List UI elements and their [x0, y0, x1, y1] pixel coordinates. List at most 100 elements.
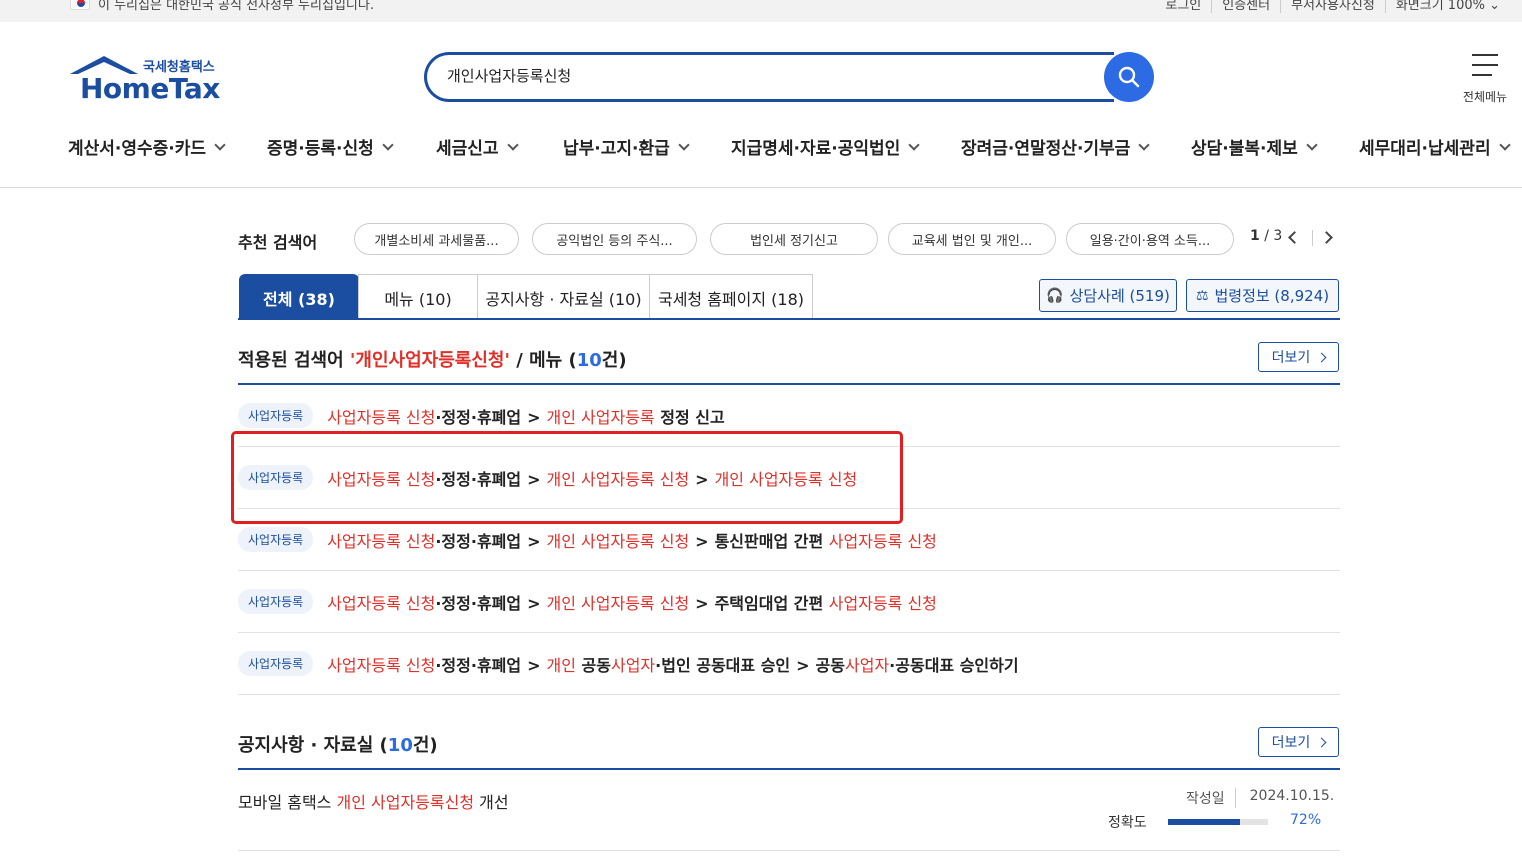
recommended-chip[interactable]: 개별소비세 과세물품... — [354, 223, 519, 255]
section-title-suffix: 건) — [601, 350, 627, 371]
all-menu-label: 전체메뉴 — [1462, 90, 1508, 104]
law-info-button[interactable]: ⚖ 법령정보 (8,924) — [1186, 279, 1339, 312]
gnb-item-incentive[interactable]: 장려금·연말정산·기부금 — [961, 134, 1150, 159]
gov-banner-text: 이 누리집은 대한민국 공식 전자정부 누리집입니다. — [98, 0, 374, 13]
chevron-down-icon — [382, 138, 394, 151]
path-text: ·법인 공동대표 승인 — [655, 655, 791, 675]
path-separator: > — [527, 407, 541, 427]
main-navigation: 계산서·영수증·카드 증명·등록·신청 세금신고 납부·고지·환급 지급명세·자… — [0, 130, 1522, 188]
path-text: 공동 — [815, 655, 845, 675]
path-keyword: 개인 사업자등록 신청 — [546, 531, 690, 551]
path-keyword: 사업자등록 신청 — [327, 531, 436, 551]
notice-item-link[interactable]: 모바일 홈택스 개인 사업자등록신청 개선 — [238, 789, 509, 813]
notice-title-pre: 모바일 홈택스 — [238, 793, 337, 812]
path-text: ·정정·휴폐업 — [435, 531, 522, 551]
recommended-chip[interactable]: 공익법인 등의 주식... — [532, 223, 697, 255]
accuracy-value: 72% — [1290, 812, 1322, 828]
pager-current: 1 — [1250, 228, 1260, 244]
chevron-down-icon — [506, 138, 519, 151]
more-label: 더보기 — [1271, 735, 1311, 751]
menu-path: 사업자등록 신청·정정·휴폐업 > 개인 공동사업자·법인 공동대표 승인 > 공동사업… — [327, 652, 1018, 676]
recommended-chip[interactable]: 교육세 법인 및 개인... — [888, 223, 1056, 255]
accuracy-bar — [1168, 819, 1268, 825]
gov-banner: 이 누리집은 대한민국 공식 전자정부 누리집입니다. 로그인 인증센터 부서사… — [0, 0, 1522, 22]
category-badge: 사업자등록 — [238, 403, 314, 428]
chevron-left-icon[interactable] — [1288, 231, 1301, 244]
tab-all[interactable]: 전체 (38) — [239, 274, 359, 320]
korea-flag-icon — [70, 0, 90, 10]
path-text: ·정정·휴폐업 — [435, 593, 522, 613]
menu-section-title: 적용된 검색어 '개인사업자등록신청' / 메뉴 (10건) — [238, 346, 627, 372]
path-separator: > — [527, 593, 541, 613]
zoom-select[interactable]: 화면크기 100% ⌄ — [1384, 0, 1510, 13]
path-separator: > — [796, 655, 810, 675]
chevron-right-icon — [1316, 737, 1327, 747]
more-label: 더보기 — [1271, 350, 1311, 366]
path-keyword: 사업자등록 신청 — [327, 593, 436, 613]
date-label: 작성일 — [1186, 788, 1236, 808]
highlight-annotation-box — [231, 431, 903, 524]
pager-total: / 3 — [1264, 228, 1283, 244]
result-count: 10 — [387, 735, 413, 756]
gnb-item-invoice[interactable]: 계산서·영수증·카드 — [68, 134, 226, 159]
recommended-pager: 1 / 3 — [1250, 228, 1282, 244]
utility-links: 로그인 인증센터 부서사용자신청 화면크기 100% ⌄ — [1155, 0, 1510, 13]
login-link[interactable]: 로그인 — [1155, 0, 1211, 13]
recommended-title: 추천 검색어 — [238, 233, 318, 252]
law-info-label: 법령정보 (8,924) — [1214, 287, 1330, 305]
search-input[interactable] — [447, 66, 1087, 84]
consult-cases-button[interactable]: 🎧 상담사례 (519) — [1039, 279, 1177, 312]
tab-nts-homepage[interactable]: 국세청 홈페이지 (18) — [649, 274, 813, 320]
path-keyword: 개인 사업자등록 신청 — [546, 593, 690, 613]
menu-more-button[interactable]: 더보기 — [1258, 342, 1339, 372]
recommended-chip[interactable]: 일용·간이·용역 소득... — [1066, 223, 1234, 255]
menu-path: 사업자등록 신청·정정·휴폐업 > 개인 사업자등록 정정 신고 — [327, 404, 724, 428]
gnb-item-consult[interactable]: 상담·불복·제보 — [1191, 134, 1318, 159]
chevron-right-icon[interactable] — [1320, 231, 1333, 244]
all-menu-button[interactable]: 전체메뉴 — [1458, 52, 1512, 104]
gnb-item-certificate[interactable]: 증명·등록·신청 — [267, 134, 394, 159]
tab-notice[interactable]: 공지사항 · 자료실 (10) — [477, 274, 650, 320]
gnb-label: 상담·불복·제보 — [1191, 139, 1298, 159]
notice-date: 2024.10.15. — [1249, 788, 1335, 804]
section-title-prefix: 공지사항 · 자료실 ( — [238, 735, 388, 756]
chevron-down-icon — [1138, 138, 1150, 151]
tab-menu[interactable]: 메뉴 (10) — [358, 274, 478, 320]
gnb-item-payment[interactable]: 납부·고지·환급 — [563, 134, 690, 159]
recommended-chip[interactable]: 법인세 정기신고 — [710, 223, 878, 255]
gnb-item-tax-report[interactable]: 세금신고 — [436, 134, 519, 159]
path-keyword: 개인 사업자등록 — [546, 407, 655, 427]
hometax-logo[interactable]: 국세청홈택스 HomeTax — [68, 54, 220, 105]
path-text: ·정정·휴폐업 — [435, 407, 522, 427]
notice-meta: 작성일 2024.10.15. — [1186, 788, 1334, 808]
path-text: ·정정·휴폐업 — [435, 655, 522, 675]
path-keyword: 사업자등록 신청 — [828, 593, 937, 613]
search-button[interactable] — [1104, 52, 1154, 102]
notice-title-post: 개선 — [474, 793, 509, 812]
notice-title-highlight: 개인 사업자등록신청 — [336, 793, 475, 812]
logo-title: HomeTax — [80, 72, 220, 105]
result-row[interactable]: 사업자등록 사업자등록 신청·정정·휴폐업 > 개인 공동사업자·법인 공동대표 승인… — [238, 633, 1340, 695]
path-separator: > — [527, 531, 541, 551]
path-keyword: 사업자등록 신청 — [327, 655, 436, 675]
path-text: 주택임대업 간편 — [714, 593, 829, 613]
cert-center-link[interactable]: 인증센터 — [1211, 0, 1280, 13]
chevron-down-icon — [1498, 138, 1511, 151]
gnb-item-statement[interactable]: 지급명세·자료·공익법인 — [731, 134, 920, 159]
result-count: 10 — [576, 350, 602, 371]
chevron-down-icon — [214, 138, 226, 151]
path-keyword: 사업자등록 신청 — [828, 531, 937, 551]
result-row[interactable]: 사업자등록 사업자등록 신청·정정·휴폐업 > 개인 사업자등록 신청 > 주택임대업 간… — [238, 571, 1340, 633]
headset-icon: 🎧 — [1046, 287, 1064, 304]
chevron-down-icon — [678, 138, 690, 151]
notice-more-button[interactable]: 더보기 — [1258, 727, 1339, 757]
dept-user-link[interactable]: 부서사용자신청 — [1280, 0, 1385, 13]
gnb-label: 납부·고지·환급 — [563, 139, 670, 159]
gnb-item-agent[interactable]: 세무대리·납세관리 — [1359, 134, 1511, 159]
path-text: 정정 신고 — [654, 407, 725, 427]
notice-section-title: 공지사항 · 자료실 (10건) — [238, 731, 438, 757]
path-separator: > — [695, 593, 709, 613]
pager-divider — [1312, 230, 1313, 246]
path-keyword: 개인 — [546, 655, 576, 675]
section-divider — [238, 768, 1340, 770]
